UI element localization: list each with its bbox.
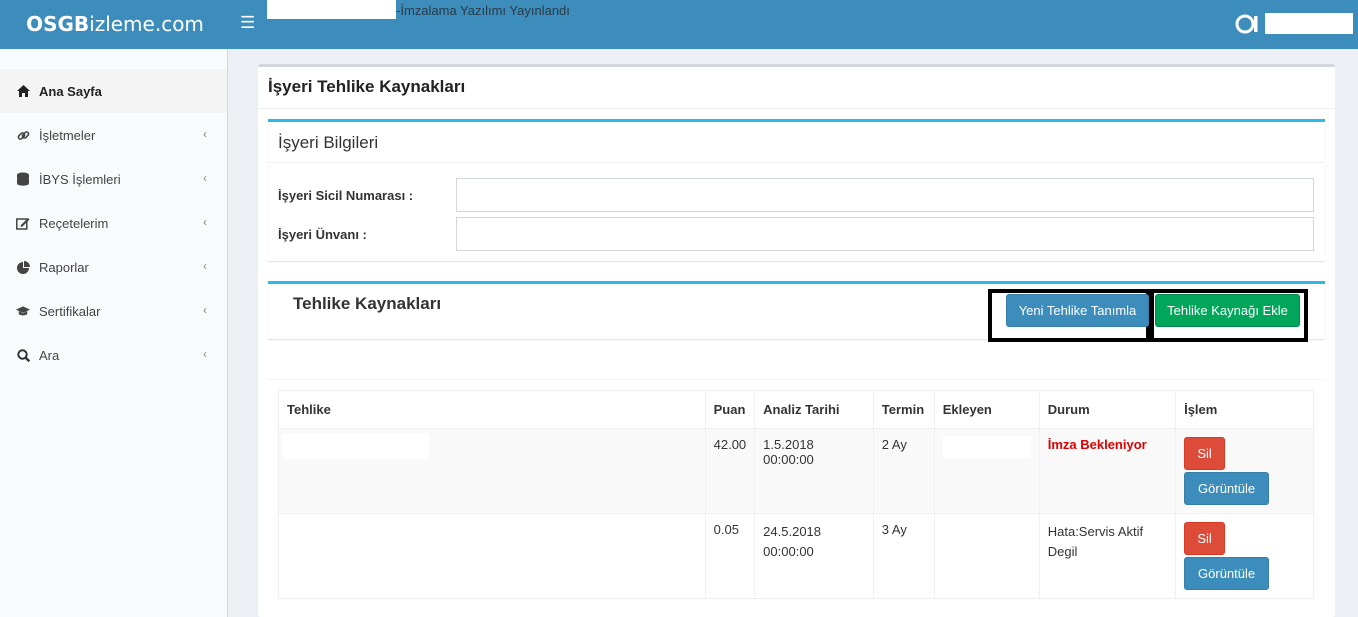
column-header-analiz-tarihi[interactable]: Analiz Tarihi — [754, 390, 874, 429]
sidebar-item-label: İBYS İşlemleri — [39, 171, 121, 187]
sidebar-item-label: Raporlar — [39, 259, 89, 275]
view-button[interactable]: Görüntüle — [1184, 472, 1270, 505]
logo-bold-text: OSGB — [26, 12, 90, 36]
hazards-title: Tehlike Kaynakları — [293, 294, 442, 313]
main-panel: İşyeri Tehlike Kaynakları İşyeri Bilgile… — [258, 64, 1335, 617]
redacted-block — [282, 433, 429, 459]
hazards-table: Tehlike Puan Analiz Tarihi Termin Ekleye… — [278, 390, 1314, 599]
redacted-username[interactable] — [1265, 13, 1353, 34]
durum-cell: Hata:Servis Aktif Degil — [1038, 513, 1177, 599]
chevron-left-icon: ‹ — [203, 347, 207, 361]
sidebar-item-ana-sayfa[interactable]: Ana Sayfa — [0, 69, 227, 113]
islem-cell: Sil Görüntüle — [1175, 428, 1314, 514]
column-header-islem[interactable]: İşlem — [1175, 390, 1314, 429]
islem-cell: Sil Görüntüle — [1175, 513, 1314, 599]
durum-cell: İmza Bekleniyor — [1038, 428, 1177, 514]
table-header-row: Tehlike Puan Analiz Tarihi Termin Ekleye… — [278, 390, 1314, 429]
column-header-durum[interactable]: Durum — [1038, 390, 1177, 429]
divider — [268, 379, 1325, 380]
sidebar-item-label: Ana Sayfa — [39, 83, 102, 99]
graduation-cap-icon — [16, 304, 30, 318]
sidebar-item-label: İşletmeler — [39, 127, 96, 143]
view-button[interactable]: Görüntüle — [1184, 557, 1270, 590]
sidebar-item-ara[interactable]: Ara ‹ — [0, 333, 227, 377]
sidebar-item-sertifikalar[interactable]: Sertifikalar ‹ — [0, 289, 227, 333]
column-header-puan[interactable]: Puan — [704, 390, 756, 429]
column-header-ekleyen[interactable]: Ekleyen — [933, 390, 1040, 429]
redacted-block — [942, 436, 1031, 458]
edit-icon — [16, 216, 30, 230]
site-logo[interactable]: OSGBizleme.com — [0, 0, 230, 49]
status-text: İmza Bekleniyor — [1047, 437, 1147, 452]
analiz-tarihi-cell: 1.5.2018 00:00:00 — [754, 428, 874, 514]
tehlike-cell — [278, 513, 706, 599]
sidebar-item-ibys-islemleri[interactable]: İBYS İşlemleri ‹ — [0, 157, 227, 201]
column-header-tehlike[interactable]: Tehlike — [278, 390, 706, 429]
delete-button[interactable]: Sil — [1184, 437, 1226, 470]
table-row: 0.05 24.5.2018 00:00:00 3 Ay Hata:Servis… — [278, 513, 1314, 599]
workplace-info-box: İşyeri Bilgileri İşyeri Sicil Numarası :… — [268, 119, 1325, 261]
sidebar-item-isletmeler[interactable]: İşletmeler ‹ — [0, 113, 227, 157]
user-logo-icon[interactable] — [1235, 12, 1261, 36]
page-title: İşyeri Tehlike Kaynakları — [268, 77, 466, 96]
chevron-left-icon: ‹ — [203, 303, 207, 317]
divider — [258, 108, 1335, 109]
termin-cell: 3 Ay — [872, 513, 935, 599]
new-hazard-button[interactable]: Yeni Tehlike Tanımla — [1006, 294, 1149, 327]
column-header-termin[interactable]: Termin — [872, 390, 935, 429]
sidebar-item-recetelerim[interactable]: Reçetelerim ‹ — [0, 201, 227, 245]
top-navbar: OSGBizleme.com ☰ -İmzalama Yazılımı Yayı… — [0, 0, 1358, 49]
database-icon — [16, 172, 30, 186]
sicil-label: İşyeri Sicil Numarası : — [278, 188, 414, 203]
sidebar-item-label: Ara — [39, 347, 60, 363]
chevron-left-icon: ‹ — [203, 215, 207, 229]
sidebar-item-label: Sertifikalar — [39, 303, 101, 319]
delete-button[interactable]: Sil — [1184, 522, 1226, 555]
announcement-text[interactable]: -İmzalama Yazılımı Yayınlandı — [396, 3, 570, 18]
chevron-left-icon: ‹ — [203, 127, 207, 141]
puan-cell: 42.00 — [704, 428, 756, 514]
hamburger-icon[interactable]: ☰ — [240, 13, 255, 33]
ekleyen-cell — [933, 428, 1040, 514]
termin-cell: 2 Ay — [872, 428, 935, 514]
redacted-block — [267, 0, 396, 19]
sicil-number-field[interactable] — [456, 178, 1314, 212]
workplace-info-title: İşyeri Bilgileri — [278, 133, 379, 152]
puan-cell: 0.05 — [704, 513, 756, 599]
link-icon — [16, 128, 30, 142]
home-icon — [16, 84, 30, 98]
tehlike-cell — [278, 428, 706, 514]
logo-text: izleme.com — [89, 12, 204, 36]
table-row: 42.00 1.5.2018 00:00:00 2 Ay İmza Beklen… — [278, 428, 1314, 514]
sidebar-item-label: Reçetelerim — [39, 215, 109, 231]
pie-chart-icon — [16, 260, 30, 274]
divider — [268, 162, 1325, 163]
unvan-label: İşyeri Ünvanı : — [278, 227, 367, 242]
sidebar: Ana Sayfa İşletmeler ‹ İBYS İşlemleri ‹ … — [0, 49, 228, 617]
chevron-left-icon: ‹ — [203, 259, 207, 273]
sidebar-item-raporlar[interactable]: Raporlar ‹ — [0, 245, 227, 289]
unvan-field[interactable] — [456, 217, 1314, 251]
analiz-tarihi-cell: 24.5.2018 00:00:00 — [754, 513, 874, 599]
add-hazard-source-button[interactable]: Tehlike Kaynağı Ekle — [1155, 294, 1300, 327]
search-icon — [16, 348, 30, 362]
chevron-left-icon: ‹ — [203, 171, 207, 185]
ekleyen-cell — [933, 513, 1040, 599]
